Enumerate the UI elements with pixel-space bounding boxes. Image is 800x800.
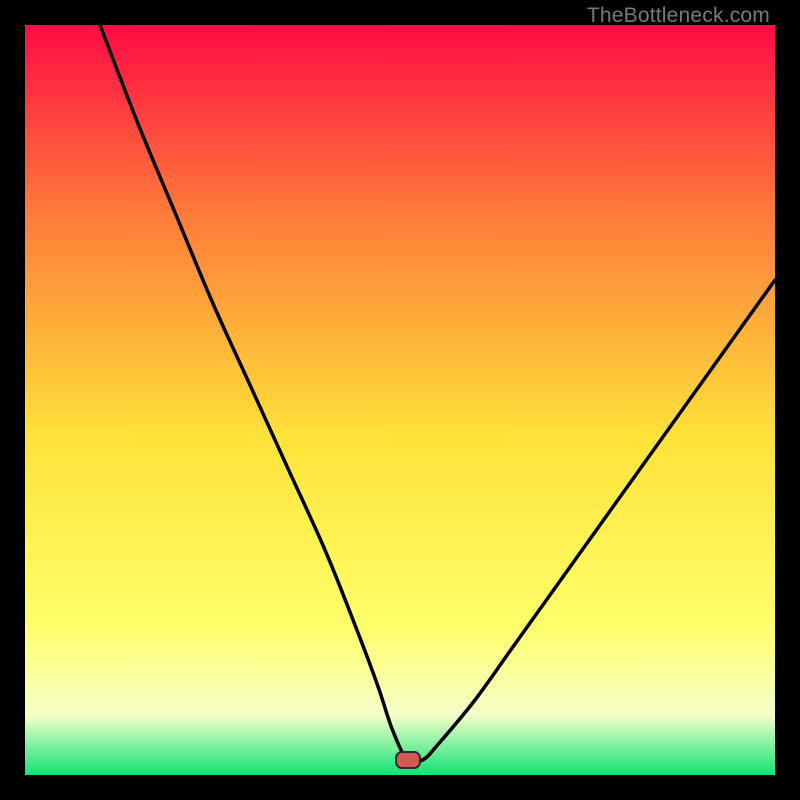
chart-container: TheBottleneck.com [0, 0, 800, 800]
plot-area [25, 25, 775, 775]
bottleneck-curve [25, 25, 775, 775]
optimum-marker [395, 751, 421, 769]
watermark-text: TheBottleneck.com [587, 4, 770, 28]
